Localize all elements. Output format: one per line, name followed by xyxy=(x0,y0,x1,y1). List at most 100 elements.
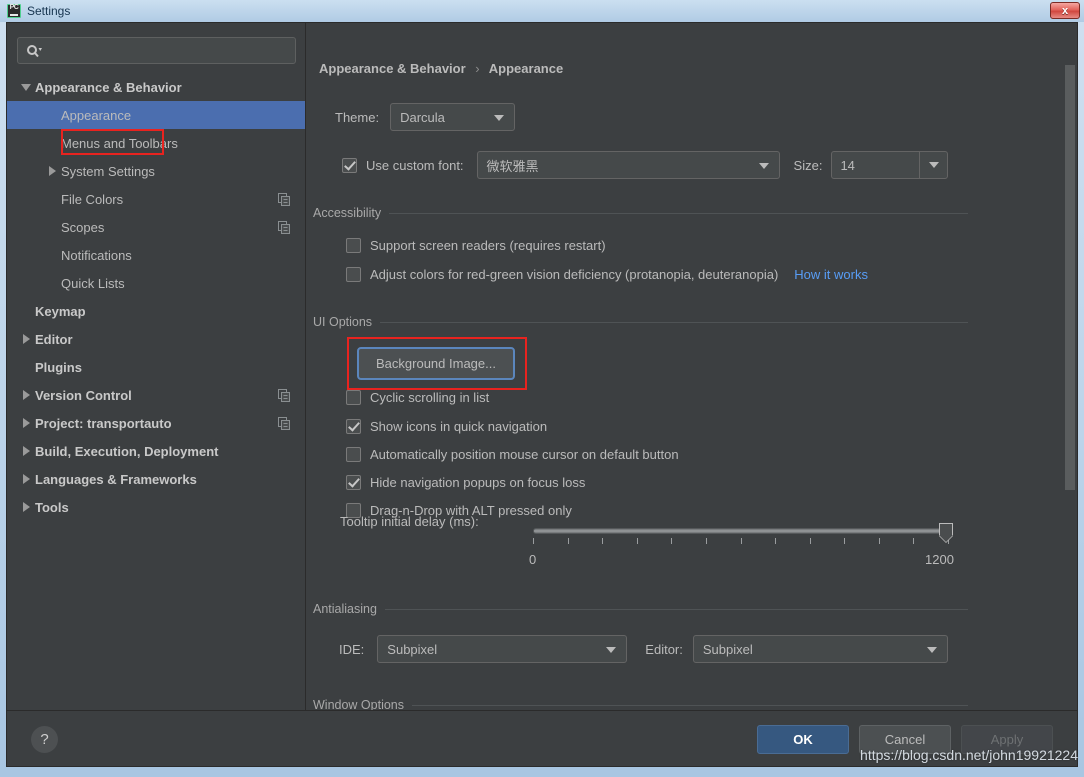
sidebar-item-label: Tools xyxy=(35,499,69,515)
search-icon xyxy=(26,44,42,58)
sidebar-item-file-colors[interactable]: File Colors xyxy=(7,185,305,213)
watermark: https://blog.csdn.net/john19921224 xyxy=(860,747,1078,763)
editor-antialiasing-value: Subpixel xyxy=(702,641,753,657)
chevron-right-icon xyxy=(22,418,30,428)
sidebar-item-tools[interactable]: Tools xyxy=(7,493,305,521)
search-field[interactable] xyxy=(17,37,296,64)
hide-nav-popups-checkbox[interactable] xyxy=(346,475,361,490)
content-scrollbar-track[interactable] xyxy=(1065,25,1075,709)
copy-settings-icon[interactable] xyxy=(278,389,291,405)
tooltip-delay-slider-thumb[interactable] xyxy=(939,523,953,536)
chevron-right-icon[interactable] xyxy=(19,465,33,493)
tooltip-delay-slider-track[interactable] xyxy=(533,528,949,534)
sidebar-item-appearance-behavior[interactable]: Appearance & Behavior xyxy=(7,73,305,101)
chevron-right-icon[interactable] xyxy=(19,409,33,437)
sidebar-item-languages-frameworks[interactable]: Languages & Frameworks xyxy=(7,465,305,493)
slider-tick xyxy=(533,538,534,544)
section-divider xyxy=(412,704,968,706)
ok-button[interactable]: OK xyxy=(757,725,849,754)
slider-tick xyxy=(913,538,915,544)
how-it-works-link[interactable]: How it works xyxy=(794,267,868,282)
ui-options-section-header: UI Options xyxy=(313,315,968,329)
sidebar-item-label: Keymap xyxy=(35,303,86,319)
chevron-right-icon xyxy=(22,474,30,484)
sidebar-item-label: Version Control xyxy=(35,387,132,403)
breadcrumb-separator-icon: › xyxy=(475,61,480,76)
sidebar-item-editor[interactable]: Editor xyxy=(7,325,305,353)
font-size-dropdown-button[interactable] xyxy=(919,152,947,178)
slider-tick xyxy=(636,538,638,544)
show-icons-quick-nav-checkbox[interactable] xyxy=(346,419,361,434)
adjust-colors-checkbox[interactable] xyxy=(346,267,361,282)
editor-antialiasing-label: Editor: xyxy=(645,641,683,657)
settings-tree: Appearance & Behavior Appearance Menus and… xyxy=(7,73,305,521)
auto-position-cursor-checkbox[interactable] xyxy=(346,447,361,462)
custom-font-row: Use custom font: 微软雅黑 Size: 14 xyxy=(342,151,949,179)
sidebar-item-keymap[interactable]: Keymap xyxy=(7,297,305,325)
theme-select[interactable]: Darcula xyxy=(390,103,516,131)
adjust-colors-row[interactable]: Adjust colors for red-green vision defic… xyxy=(346,267,868,282)
sidebar-item-notifications[interactable]: Notifications xyxy=(7,241,305,269)
breadcrumb: Appearance & Behavior › Appearance xyxy=(319,61,563,76)
help-button[interactable]: ? xyxy=(31,726,58,753)
sidebar-item-quick-lists[interactable]: Quick Lists xyxy=(7,269,305,297)
ide-antialiasing-select[interactable]: Subpixel xyxy=(377,635,628,663)
close-icon[interactable]: x xyxy=(1050,2,1080,19)
window-title: Settings xyxy=(27,4,71,18)
chevron-right-icon[interactable] xyxy=(19,325,33,353)
sidebar-item-label: Plugins xyxy=(35,359,82,375)
background-image-button[interactable]: Background Image... xyxy=(357,347,515,380)
content-scrollbar-thumb[interactable] xyxy=(1065,65,1075,490)
sidebar-item-version-control[interactable]: Version Control xyxy=(7,381,305,409)
cyclic-scrolling-row[interactable]: Cyclic scrolling in list xyxy=(346,390,489,405)
sidebar-item-system-settings[interactable]: System Settings xyxy=(7,157,305,185)
show-icons-quick-nav-row[interactable]: Show icons in quick navigation xyxy=(346,419,547,434)
ide-antialiasing-value: Subpixel xyxy=(387,641,438,657)
search-input[interactable] xyxy=(42,42,295,59)
section-divider xyxy=(384,608,968,610)
hide-nav-popups-row[interactable]: Hide navigation popups on focus loss xyxy=(346,475,585,490)
theme-row: Theme: Darcula xyxy=(335,103,516,131)
font-size-stepper[interactable]: 14 xyxy=(831,151,949,179)
chevron-down-icon xyxy=(21,83,31,91)
chevron-right-icon xyxy=(22,334,30,344)
slider-tick xyxy=(775,538,777,544)
use-custom-font-checkbox[interactable] xyxy=(342,157,357,173)
editor-antialiasing-select[interactable]: Subpixel xyxy=(692,635,948,663)
chevron-right-icon[interactable] xyxy=(19,381,33,409)
use-custom-font-label: Use custom font: xyxy=(366,157,464,173)
auto-position-cursor-row[interactable]: Automatically position mouse cursor on d… xyxy=(346,447,679,462)
sidebar-item-label: Build, Execution, Deployment xyxy=(35,443,219,459)
copy-settings-icon[interactable] xyxy=(278,193,291,209)
cyclic-scrolling-checkbox[interactable] xyxy=(346,390,361,405)
copy-settings-icon[interactable] xyxy=(278,221,291,237)
copy-settings-icon[interactable] xyxy=(278,417,291,433)
chevron-right-icon[interactable] xyxy=(19,437,33,465)
sidebar-item-label: Project: transportauto xyxy=(35,415,172,431)
antialiasing-section-header: Antialiasing xyxy=(313,602,968,616)
sidebar-item-plugins[interactable]: Plugins xyxy=(7,353,305,381)
sidebar-item-menus-and-toolbars[interactable]: Menus and Toolbars xyxy=(7,129,305,157)
show-icons-quick-nav-label: Show icons in quick navigation xyxy=(370,419,548,434)
support-screen-readers-label: Support screen readers (requires restart… xyxy=(370,238,606,253)
hide-nav-popups-label: Hide navigation popups on focus loss xyxy=(370,475,586,490)
sidebar-item-project-transportauto[interactable]: Project: transportauto xyxy=(7,409,305,437)
chevron-right-icon[interactable] xyxy=(19,493,33,521)
chevron-right-icon xyxy=(48,166,56,176)
font-family-select[interactable]: 微软雅黑 xyxy=(476,151,780,179)
breadcrumb-parent[interactable]: Appearance & Behavior xyxy=(319,61,466,76)
sidebar-item-label: System Settings xyxy=(61,163,155,179)
chevron-down-icon xyxy=(606,647,617,653)
sidebar-item-build-execution-deployment[interactable]: Build, Execution, Deployment xyxy=(7,437,305,465)
support-screen-readers-checkbox[interactable] xyxy=(346,238,361,253)
chevron-down-icon[interactable] xyxy=(19,73,33,101)
sidebar-item-appearance[interactable]: Appearance xyxy=(7,101,305,129)
sidebar-item-label: Appearance & Behavior xyxy=(35,79,182,95)
chevron-down-icon xyxy=(926,647,937,653)
support-screen-readers-row[interactable]: Support screen readers (requires restart… xyxy=(346,238,606,253)
sidebar-item-scopes[interactable]: Scopes xyxy=(7,213,305,241)
chevron-right-icon[interactable] xyxy=(45,157,59,185)
